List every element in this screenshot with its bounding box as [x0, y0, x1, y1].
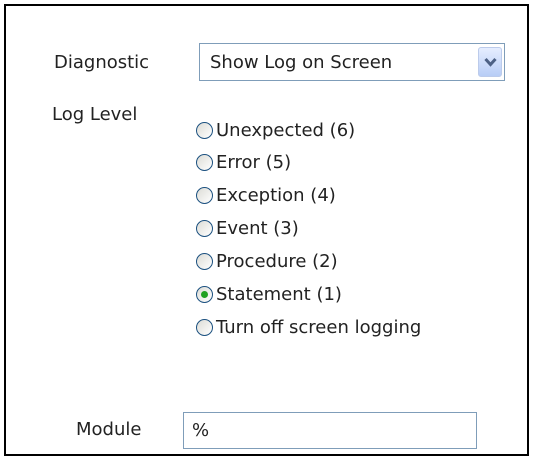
radio-label: Turn off screen logging [216, 316, 422, 338]
diagnostic-select[interactable]: Show Log on Screen [199, 43, 505, 81]
radio-option-statement[interactable]: Statement (1) [196, 281, 342, 307]
radio-option-exception[interactable]: Exception (4) [196, 182, 336, 208]
radio-label: Exception (4) [216, 184, 336, 206]
diagnostics-panel: Diagnostic Show Log on Screen Log Level … [4, 4, 529, 456]
module-input[interactable] [183, 412, 477, 449]
radio-option-unexpected[interactable]: Unexpected (6) [196, 117, 355, 143]
radio-button-selected[interactable] [196, 285, 213, 303]
radio-label: Event (3) [216, 217, 299, 239]
dropdown-button[interactable] [478, 47, 502, 77]
radio-button[interactable] [196, 318, 213, 336]
diagnostic-selected-value: Show Log on Screen [210, 52, 393, 73]
radio-option-event[interactable]: Event (3) [196, 215, 299, 241]
log-level-label: Log Level [52, 104, 138, 125]
radio-button[interactable] [196, 219, 213, 237]
radio-label: Procedure (2) [216, 250, 338, 272]
radio-label: Error (5) [216, 151, 292, 173]
radio-option-procedure[interactable]: Procedure (2) [196, 248, 338, 274]
radio-button[interactable] [196, 121, 213, 139]
module-label: Module [76, 419, 142, 440]
radio-option-error[interactable]: Error (5) [196, 149, 291, 175]
chevron-down-icon [484, 57, 497, 67]
radio-label: Unexpected (6) [216, 119, 356, 141]
radio-button[interactable] [196, 252, 213, 270]
radio-button[interactable] [196, 186, 213, 204]
radio-button[interactable] [196, 153, 213, 171]
diagnostic-label: Diagnostic [54, 52, 150, 73]
radio-option-turn-off[interactable]: Turn off screen logging [196, 314, 421, 340]
radio-label: Statement (1) [216, 283, 342, 305]
